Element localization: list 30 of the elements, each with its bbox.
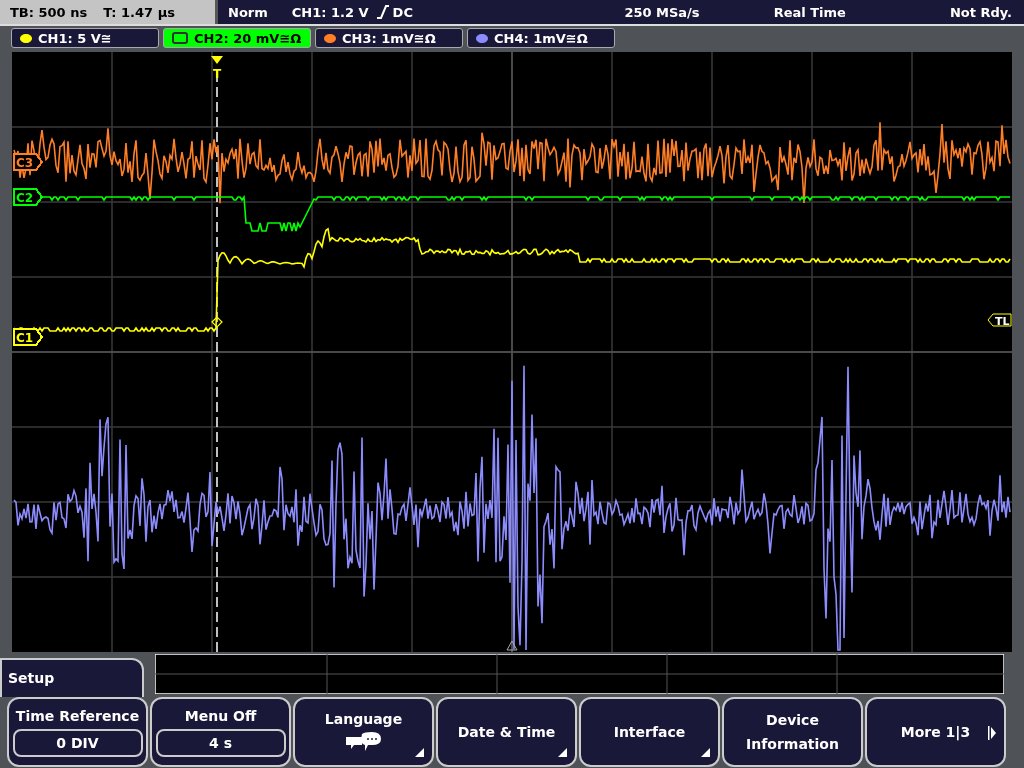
channel-tab[interactable]: CH3: 1mV≅Ω <box>315 28 463 48</box>
sample-rate: 250 MSa/s <box>624 4 700 20</box>
next-page-icon <box>988 726 996 740</box>
trigger-level-marker: TL <box>987 313 1012 328</box>
value-button[interactable]: 0 DIV <box>12 728 143 757</box>
channel-marker: C2 <box>13 188 44 206</box>
softkey-label: Time Reference <box>15 707 140 724</box>
trigger-point-icon <box>211 316 223 328</box>
acquisition-mode: Real Time <box>773 4 846 20</box>
softkey-button[interactable]: Date & Time <box>436 697 577 767</box>
softkey-button[interactable]: Language <box>293 697 434 767</box>
trigger-mode: Norm <box>228 4 268 20</box>
trigger-time-readout: T: 1.47 µs <box>103 4 175 20</box>
trigger-coupling: DC <box>392 4 413 20</box>
channel-marker: C3 <box>13 153 44 171</box>
channel-marker: C1 <box>13 328 44 346</box>
time-reference-icon <box>506 640 518 651</box>
channel-tab[interactable]: CH1: 5 V≅ <box>11 28 159 48</box>
softkey-button[interactable]: Device Information <box>722 697 863 767</box>
trigger-source: CH1: 1.2 V <box>291 4 369 20</box>
channel-tab[interactable]: CH4: 1mV≅Ω <box>467 28 615 48</box>
value-button[interactable]: 4 s <box>155 728 286 757</box>
softkey-button[interactable]: Interface <box>579 697 720 767</box>
timebase-readout: TB: 500 ns <box>10 4 88 20</box>
softkey-label: Menu Off <box>184 707 257 724</box>
rising-edge-icon <box>376 5 389 19</box>
speech-bubbles-icon <box>343 731 384 753</box>
softkey-button[interactable]: More 1|3 <box>865 697 1006 767</box>
channel-tab[interactable]: CH2: 20 mV≅Ω <box>163 28 311 48</box>
acquisition-state: Not Rdy. <box>949 4 1012 20</box>
